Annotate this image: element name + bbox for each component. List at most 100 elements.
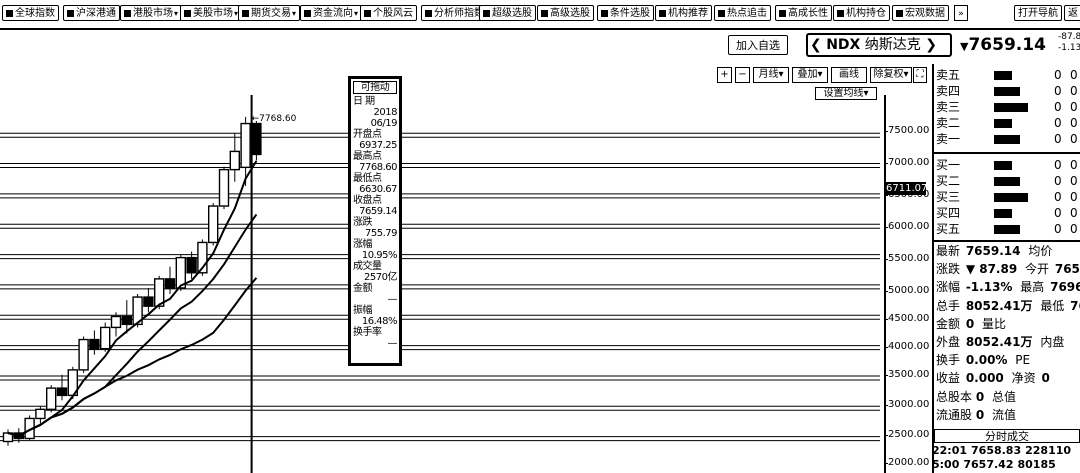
bid-volume: 0 (1070, 158, 1078, 172)
pct-label: 涨幅 (353, 239, 373, 250)
ask-label: 卖一 (936, 132, 961, 146)
quote-value-2: 7658 (1054, 262, 1080, 277)
candle-info-panel[interactable]: 可拖动 日 期 2018 06/19 开盘点 6937.25 最高点 7768.… (348, 76, 402, 366)
bid-row[interactable]: 买三 0 0 (936, 190, 1080, 205)
zoom-in-button[interactable]: + (717, 67, 732, 83)
turnover-label: 换手率 (353, 327, 382, 338)
date-year: 2018 (373, 107, 398, 118)
bullet-icon (425, 9, 432, 17)
add-to-watchlist-button[interactable]: 加入自选 (728, 35, 788, 55)
return-button[interactable]: 返 (1064, 5, 1080, 21)
bullet-icon (483, 9, 490, 17)
nav-tab-label: 美股市场 (193, 8, 233, 19)
quote-key: 总股本 (936, 389, 973, 404)
symbol-selector[interactable]: ❮ NDX 纳斯达克 ❯ (806, 33, 952, 57)
overlay-select[interactable]: 叠加▾ (792, 67, 828, 83)
trade-vol: 80185 (1017, 458, 1056, 471)
bid-row[interactable]: 买二 0 0 (936, 174, 1080, 189)
ask-price: 0 (1054, 84, 1062, 98)
nav-tab-4[interactable]: 期货交易▾ (238, 5, 301, 21)
ask-row[interactable]: 卖三 0 0 (936, 100, 1080, 115)
y-tick-label: 7500.00 (883, 125, 930, 136)
nav-tab-13[interactable]: 高成长性 (775, 5, 832, 21)
nav-tab-7[interactable]: 分析师指数 (421, 5, 488, 21)
nav-more-button[interactable]: » (954, 5, 968, 21)
candle-body (35, 408, 46, 420)
y-tick-label: 2500.00 (883, 429, 930, 440)
ask-row[interactable]: 卖五 0 0 (936, 68, 1080, 83)
bid-row[interactable]: 买五 0 0 (936, 222, 1080, 237)
bid-label: 买三 (936, 190, 961, 204)
quote-row: 外盘 8052.41万 内盘 (936, 333, 1066, 351)
prev-symbol-icon[interactable]: ❮ (810, 37, 822, 53)
low-value: 6630.67 (359, 184, 397, 195)
fullscreen-icon[interactable]: ⛶ (913, 67, 927, 83)
nav-tab-label: 个股风云 (373, 8, 413, 19)
candle-body (207, 205, 219, 244)
quote-key-2: 净资 (1011, 371, 1036, 386)
zoom-out-button[interactable]: − (735, 67, 750, 83)
nav-tab-9[interactable]: 高级选股 (537, 5, 594, 21)
quote-value-2: 0 (1041, 371, 1050, 386)
open-value: 6937.25 (359, 140, 397, 151)
nav-tab-label: 沪深港通 (76, 8, 116, 19)
quote-value: 0.00% (965, 353, 1008, 368)
crosshair-price-label: 6711.07 (886, 182, 928, 195)
quote-key-2: 最低 (1040, 298, 1065, 313)
candlestick-chart[interactable]: ←7768.60 (0, 95, 880, 473)
nav-tab-2[interactable]: 港股市场▾ (120, 5, 183, 21)
high-label: 最高点 (353, 151, 382, 162)
bid-price: 0 (1054, 190, 1062, 204)
pct-value: 10.95% (361, 250, 398, 261)
depth-bar (994, 193, 1028, 202)
bullet-icon (718, 9, 725, 17)
ask-row[interactable]: 卖四 0 0 (936, 84, 1080, 99)
quote-panel: 卖五 0 0 卖四 0 0 卖三 0 0 卖二 0 0 卖一 0 0 买一 0 0 买二 0 0 买三 0 0 买四 0 0 买五 0 0… (932, 64, 1080, 473)
nav-tab-11[interactable]: 机构推荐 (655, 5, 712, 21)
period-label: 月线 (758, 69, 779, 80)
quote-value: 7659.14 (965, 244, 1021, 258)
nav-tab-14[interactable]: 机构持仓 (833, 5, 890, 21)
trades-title: 分时成交 (934, 429, 1080, 443)
bid-row[interactable]: 买一 0 0 (936, 158, 1080, 173)
quote-key-2: 均价 (1028, 244, 1053, 258)
volume-label: 成交量 (353, 261, 382, 272)
nav-tab-8[interactable]: 超级选股 (479, 5, 536, 21)
ask-row[interactable]: 卖一 0 0 (936, 132, 1080, 147)
nav-tab-1[interactable]: 沪深港通 (63, 5, 120, 21)
next-symbol-icon[interactable]: ❯ (925, 37, 937, 53)
bid-label: 买四 (936, 206, 961, 220)
nav-tab-label: 宏观数据 (905, 8, 945, 19)
adjust-select[interactable]: 除复权▾ (870, 67, 912, 83)
ask-volume: 0 (1070, 116, 1078, 130)
open-nav-button[interactable]: 打开导航 (1014, 5, 1062, 21)
depth-bar (994, 119, 1012, 128)
ask-price: 0 (1054, 132, 1062, 146)
nav-tab-0[interactable]: 全球指数 (2, 5, 59, 21)
draw-line-button[interactable]: 画线 (831, 67, 867, 83)
nav-tab-3[interactable]: 美股市场▾ (180, 5, 243, 21)
nav-tab-12[interactable]: 热点追击 (714, 5, 771, 21)
amplitude-value: 16.48% (361, 316, 398, 327)
quote-value: 8052.41万 (965, 335, 1033, 349)
nav-tab-6[interactable]: 个股风云 (360, 5, 417, 21)
candle-body (99, 326, 111, 350)
depth-bar (994, 225, 1020, 234)
current-price-value: 7659.14 (968, 35, 1046, 55)
low-label: 最低点 (353, 173, 382, 184)
bid-volume: 0 (1070, 174, 1078, 188)
ask-volume: 0 (1070, 68, 1078, 82)
period-select[interactable]: 月线▾ (753, 67, 789, 83)
ask-label: 卖二 (936, 116, 961, 130)
nav-tab-10[interactable]: 条件选股 (597, 5, 654, 21)
y-tick-label: 6000.00 (883, 221, 930, 232)
bid-row[interactable]: 买四 0 0 (936, 206, 1080, 221)
ask-volume: 0 (1070, 132, 1078, 146)
chevron-down-icon: ▾ (778, 69, 784, 80)
nav-tab-15[interactable]: 宏观数据 (892, 5, 949, 21)
candle-body (46, 387, 57, 411)
nav-tab-5[interactable]: 资金流向▾ (300, 5, 363, 21)
ask-row[interactable]: 卖二 0 0 (936, 116, 1080, 131)
depth-bar (994, 161, 1012, 170)
quote-key-2: 最高 (1020, 280, 1045, 295)
